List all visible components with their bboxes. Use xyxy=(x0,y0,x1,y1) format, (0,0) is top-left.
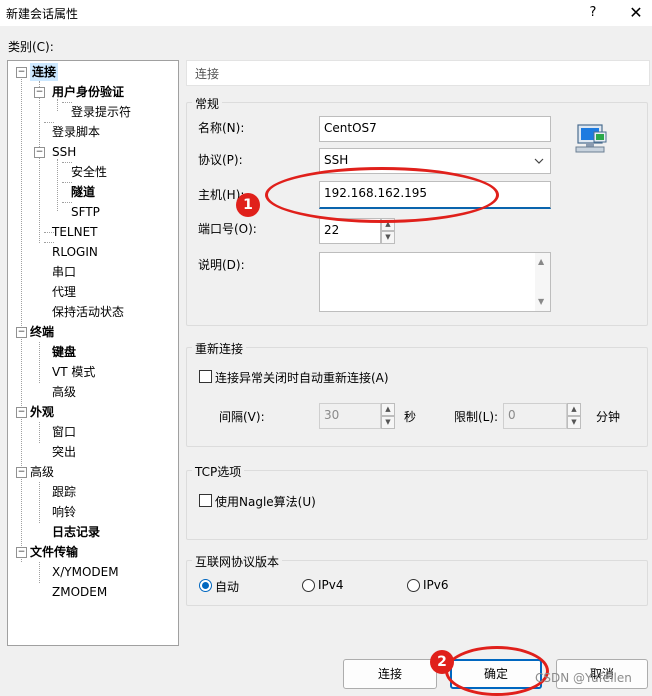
tree-item-vt-mode[interactable]: VT 模式 xyxy=(52,363,95,381)
tree-item-appearance[interactable]: 外观 xyxy=(30,403,54,421)
interval-spin-up[interactable]: ▲ xyxy=(381,403,395,416)
auto-reconnect-label: 连接异常关闭时自动重新连接(A) xyxy=(215,371,389,385)
general-group-title: 常规 xyxy=(192,95,223,112)
limit-input[interactable]: 0 xyxy=(503,403,567,429)
tree-item-serial[interactable]: 串口 xyxy=(52,263,76,281)
network-computer-icon xyxy=(575,124,607,153)
collapse-icon[interactable]: − xyxy=(16,67,27,78)
host-highlight-ellipse xyxy=(265,167,499,223)
tree-item-xymodem[interactable]: X/YMODEM xyxy=(52,563,119,581)
tree-item-connection[interactable]: 连接 xyxy=(30,63,59,81)
nagle-label: 使用Nagle算法(U) xyxy=(215,495,316,509)
name-label: 名称(N): xyxy=(198,121,245,135)
tree-item-ssh[interactable]: SSH xyxy=(52,143,76,161)
tree-item-auth[interactable]: 用户身份验证 xyxy=(52,83,124,101)
tree-connector xyxy=(39,342,40,383)
tree-item-telnet[interactable]: TELNET xyxy=(52,223,98,241)
tree-item-tunnel[interactable]: 隧道 xyxy=(71,183,95,201)
limit-spin-down[interactable]: ▼ xyxy=(567,416,581,429)
interval-spin-down[interactable]: ▼ xyxy=(381,416,395,429)
title-bar: 新建会话属性 ? ✕ xyxy=(0,0,652,26)
watermark: CSDN @Yufeilen xyxy=(535,671,632,685)
tree-item-login-script[interactable]: 登录脚本 xyxy=(52,123,100,141)
tree-item-logging[interactable]: 日志记录 xyxy=(52,523,100,541)
tree-item-security[interactable]: 安全性 xyxy=(71,163,107,181)
tree-item-highlight[interactable]: 突出 xyxy=(52,443,76,461)
tree-item-file-transfer[interactable]: 文件传输 xyxy=(30,543,78,561)
tree-connector xyxy=(57,159,58,211)
connect-button[interactable]: 连接 xyxy=(343,659,437,689)
tcp-group-title: TCP选项 xyxy=(192,463,245,480)
ip-v4-label: IPv4 xyxy=(318,578,344,592)
interval-input[interactable]: 30 xyxy=(319,403,381,429)
tree-item-window[interactable]: 窗口 xyxy=(52,423,76,441)
ip-v6-radio[interactable] xyxy=(407,579,420,592)
protocol-label: 协议(P): xyxy=(198,153,243,167)
auto-reconnect-checkbox[interactable] xyxy=(199,370,212,383)
protocol-value: SSH xyxy=(324,153,349,167)
nagle-checkbox[interactable] xyxy=(199,494,212,507)
limit-spin-up[interactable]: ▲ xyxy=(567,403,581,416)
tree-item-terminal-advanced[interactable]: 高级 xyxy=(52,383,76,401)
tree-item-login-prompt[interactable]: 登录提示符 xyxy=(71,103,131,121)
tree-connector xyxy=(39,562,40,583)
collapse-icon[interactable]: − xyxy=(16,327,27,338)
scroll-up-icon[interactable]: ▲ xyxy=(538,257,544,266)
collapse-icon[interactable]: − xyxy=(16,547,27,558)
tree-item-zmodem[interactable]: ZMODEM xyxy=(52,583,107,601)
tree-connector xyxy=(39,422,40,443)
tree-item-terminal[interactable]: 终端 xyxy=(30,323,54,341)
category-tree[interactable]: − − − − − − − 连接 用户身份验证 登录提示符 登录脚本 SSH 安… xyxy=(7,60,179,646)
description-textarea[interactable] xyxy=(319,252,551,312)
tree-item-keyboard[interactable]: 键盘 xyxy=(52,343,76,361)
tree-connector xyxy=(21,74,22,562)
tree-connector xyxy=(39,482,40,523)
tree-connector xyxy=(39,81,40,243)
annotation-marker-1: 1 xyxy=(236,193,260,217)
port-label: 端口号(O): xyxy=(198,222,257,236)
tree-item-advanced[interactable]: 高级 xyxy=(30,463,54,481)
ip-v6-label: IPv6 xyxy=(423,578,449,592)
window-title: 新建会话属性 xyxy=(6,7,79,21)
annotation-marker-2: 2 xyxy=(430,650,454,674)
port-spin-down[interactable]: ▼ xyxy=(381,231,395,244)
tree-item-trace[interactable]: 跟踪 xyxy=(52,483,76,501)
limit-label: 限制(L): xyxy=(454,410,499,424)
tree-item-proxy[interactable]: 代理 xyxy=(52,283,76,301)
limit-unit: 分钟 xyxy=(596,410,621,424)
ip-version-group-title: 互联网协议版本 xyxy=(192,553,283,570)
interval-unit: 秒 xyxy=(404,410,417,424)
description-scrollbar[interactable]: ▲ ▼ xyxy=(535,253,550,311)
collapse-icon[interactable]: − xyxy=(16,407,27,418)
description-label: 说明(D): xyxy=(198,258,245,272)
tree-item-bell[interactable]: 响铃 xyxy=(52,503,76,521)
collapse-icon[interactable]: − xyxy=(16,467,27,478)
help-button[interactable]: ? xyxy=(580,2,606,24)
ip-auto-label: 自动 xyxy=(215,580,240,594)
chevron-down-icon xyxy=(534,158,544,164)
ip-v4-radio[interactable] xyxy=(302,579,315,592)
ok-highlight-ellipse xyxy=(445,646,549,696)
collapse-icon[interactable]: − xyxy=(34,87,45,98)
panel-header-title: 连接 xyxy=(195,67,220,81)
category-label: 类别(C): xyxy=(8,40,54,54)
tree-item-rlogin[interactable]: RLOGIN xyxy=(52,243,98,261)
reconnect-group xyxy=(186,347,648,447)
name-input[interactable]: CentOS7 xyxy=(319,116,551,142)
interval-label: 间隔(V): xyxy=(219,410,265,424)
ip-auto-radio[interactable] xyxy=(199,579,212,592)
scroll-down-icon[interactable]: ▼ xyxy=(538,297,544,306)
collapse-icon[interactable]: − xyxy=(34,147,45,158)
close-button[interactable]: ✕ xyxy=(622,2,650,24)
panel-header: 连接 xyxy=(186,60,650,86)
tree-item-keepalive[interactable]: 保持活动状态 xyxy=(52,303,124,321)
tree-item-sftp[interactable]: SFTP xyxy=(71,203,100,221)
reconnect-group-title: 重新连接 xyxy=(192,340,247,357)
